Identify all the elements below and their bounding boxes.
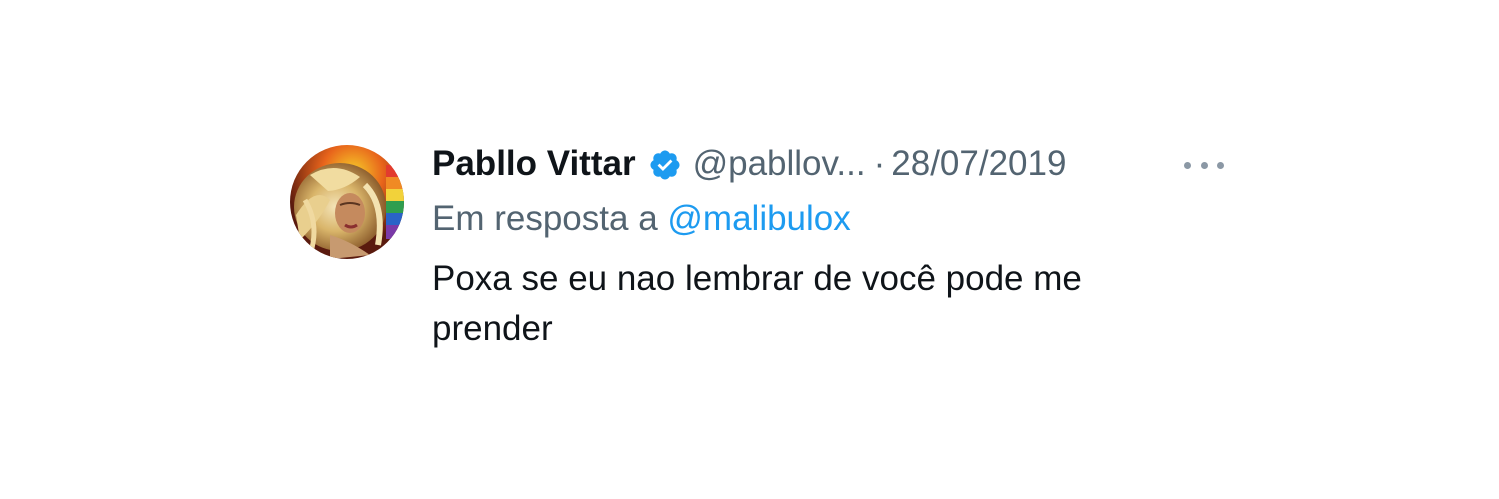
tweet-content: Pabllo Vittar @pabllov... · 28/07/2019 E… xyxy=(432,140,1224,354)
avatar-image xyxy=(290,145,404,259)
more-dot xyxy=(1184,161,1191,169)
reply-context: Em resposta a @malibulox xyxy=(432,196,1212,242)
user-handle[interactable]: @pabllov... xyxy=(693,140,866,188)
dot-separator: · xyxy=(873,144,886,183)
reply-prefix: Em resposta a xyxy=(432,199,658,238)
more-dot xyxy=(1217,161,1224,169)
more-dot xyxy=(1200,161,1208,169)
avatar[interactable] xyxy=(290,145,404,259)
tweet-date[interactable]: 28/07/2019 xyxy=(891,140,1066,188)
tweet[interactable]: Pabllo Vittar @pabllov... · 28/07/2019 E… xyxy=(290,140,1230,370)
display-name[interactable]: Pabllo Vittar xyxy=(432,140,636,188)
reply-to-link[interactable]: @malibulox xyxy=(667,199,850,238)
verified-badge-icon xyxy=(648,147,682,181)
more-horizontal-icon[interactable] xyxy=(1184,160,1224,170)
tweet-text: Poxa se eu nao lembrar de você pode me p… xyxy=(432,259,1082,348)
tweet-header: Pabllo Vittar @pabllov... · 28/07/2019 xyxy=(432,140,1212,188)
